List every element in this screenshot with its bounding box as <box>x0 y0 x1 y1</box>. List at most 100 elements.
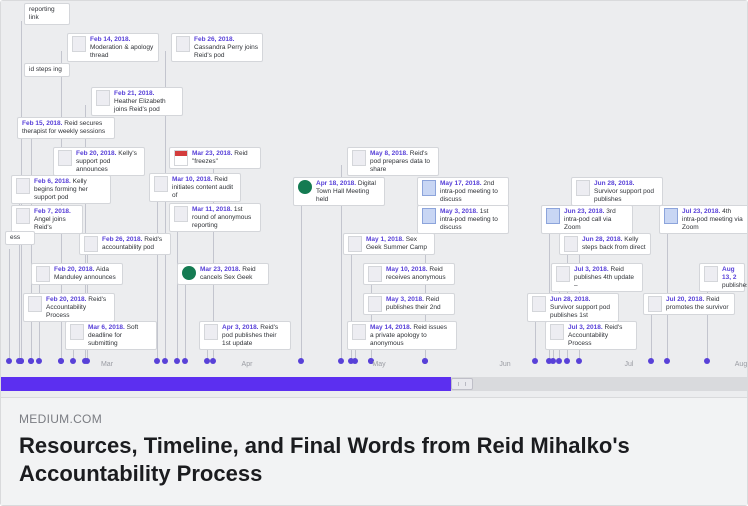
timeline-event-card[interactable]: id steps ing <box>24 63 70 77</box>
event-text: May 8, 2018. Reid's pod prepares data to… <box>370 150 434 173</box>
event-date: Mar 10, 2018. <box>172 176 212 183</box>
event-text: Jul 3, 2018. Reid's Accountability Proce… <box>568 324 632 347</box>
timeline-event-card[interactable]: Apr 3, 2018. Reid's pod publishes their … <box>199 321 291 350</box>
timeline-event-card[interactable]: Feb 26, 2018. Cassandra Perry joins Reid… <box>171 33 263 62</box>
event-thumb <box>546 208 560 224</box>
scrub-handle[interactable] <box>451 378 473 390</box>
timeline-event-card[interactable]: Jun 23, 2018. 3rd intra-pod call via Zoo… <box>541 205 633 234</box>
event-thumb <box>204 324 218 340</box>
timeline-event-card[interactable]: May 1, 2018. Sex Geek Summer Camp <box>343 233 435 255</box>
event-connector <box>667 223 668 361</box>
event-text: Mar 23, 2018. Reid cancels Sex Geek <box>200 266 264 282</box>
scrub-track[interactable] <box>1 377 747 391</box>
timeline-event-card[interactable]: May 17, 2018. 2nd intra-pod meeting to d… <box>417 177 509 206</box>
event-date: Apr 18, 2018. <box>316 180 356 187</box>
event-thumb <box>576 180 590 196</box>
event-text: Feb 20, 2018. Reid's Accountability Proc… <box>46 296 110 319</box>
timeline-event-card[interactable]: Feb 15, 2018. Reid secures therapist for… <box>17 117 115 139</box>
event-text: May 3, 2018. 1st intra-pod meeting to di… <box>440 208 504 231</box>
event-text: Apr 18, 2018. Digital Town Hall Meeting … <box>316 180 380 203</box>
event-date: Jul 23, 2018. <box>682 208 720 215</box>
timeline-event-card[interactable]: Mar 23, 2018. Reid "freezes" <box>169 147 261 169</box>
link-headline: Resources, Timeline, and Final Words fro… <box>19 432 729 487</box>
timeline-event-card[interactable]: Jul 3, 2018. Reid's Accountability Proce… <box>545 321 637 350</box>
timeline-event-card[interactable]: May 8, 2018. Reid's pod prepares data to… <box>347 147 439 176</box>
timeline-event-card[interactable]: Mar 11, 2018. 1st round of anonymous rep… <box>169 203 261 232</box>
event-thumb <box>182 266 196 280</box>
event-date: Jun 28, 2018. <box>594 180 634 187</box>
event-date: Mar 23, 2018. <box>192 150 232 157</box>
event-thumb <box>368 266 382 282</box>
scrub-fill <box>1 377 451 391</box>
event-thumb <box>84 236 98 252</box>
timeline-event-card[interactable]: Jul 20, 2018. Reid promotes the survivor <box>643 293 735 315</box>
event-date: Feb 20, 2018. <box>54 266 94 273</box>
event-text: Jun 28, 2018. Survivor support pod publi… <box>550 296 614 319</box>
event-connector <box>185 281 186 361</box>
event-thumb <box>648 296 662 312</box>
event-date: May 14, 2018. <box>370 324 412 331</box>
timeline-event-card[interactable]: Jun 28, 2018. Survivor support pod publi… <box>527 293 619 322</box>
timeline-event-card[interactable]: Aug 13, 2 publishes <box>699 263 745 292</box>
event-date: Jul 3, 2018. <box>568 324 603 331</box>
event-date: Jun 28, 2018. <box>550 296 590 303</box>
timeline-event-card[interactable]: Mar 23, 2018. Reid cancels Sex Geek <box>177 263 269 285</box>
event-text: reporting link <box>29 6 65 22</box>
event-date: May 3, 2018. <box>440 208 478 215</box>
event-text: Mar 10, 2018. Reid initiates content aud… <box>172 176 236 199</box>
timeline-event-card[interactable]: Jul 23, 2018. 4th intra-pod meeting via … <box>659 205 747 234</box>
event-thumb <box>58 150 72 166</box>
event-thumb <box>704 266 718 282</box>
event-thumb <box>16 208 30 224</box>
event-date: May 8, 2018. <box>370 150 408 157</box>
timeline-event-card[interactable]: Feb 7, 2018. Angel joins Reid's <box>11 205 83 234</box>
event-date: May 10, 2018. <box>386 266 428 273</box>
link-preview-card[interactable]: { "source": "MEDIUM.COM", "headline": "R… <box>0 0 748 506</box>
event-thumb <box>174 206 188 222</box>
timeline-event-card[interactable]: Feb 6, 2018. Kelly begins forming her su… <box>11 175 111 204</box>
event-text: Jun 23, 2018. 3rd intra-pod call via Zoo… <box>564 208 628 231</box>
event-thumb <box>298 180 312 194</box>
timeline-event-card[interactable]: Jun 28, 2018. Survivor support pod publi… <box>571 177 663 206</box>
event-thumb <box>664 208 678 224</box>
event-text: Jul 3, 2018. Reid publishes 4th update – <box>574 266 638 289</box>
event-connector <box>9 249 10 361</box>
timeline-event-card[interactable]: May 3, 2018. Reid publishes their 2nd <box>363 293 455 315</box>
timeline-event-card[interactable]: Feb 21, 2018. Heather Elizabeth joins Re… <box>91 87 183 116</box>
timeline-event-card[interactable]: reporting link <box>24 3 70 25</box>
event-date: May 3, 2018. <box>386 296 424 303</box>
event-date: May 1, 2018. <box>366 236 404 243</box>
event-thumb <box>348 236 362 252</box>
timeline-event-card[interactable]: Feb 20, 2018. Aida Manduley announces <box>31 263 123 285</box>
event-text: May 3, 2018. Reid publishes their 2nd <box>386 296 450 312</box>
timeline-event-card[interactable]: May 14, 2018. Reid issues a private apol… <box>347 321 457 350</box>
event-date: Jun 23, 2018. <box>564 208 604 215</box>
timeline-event-card[interactable]: Feb 14, 2018. Moderation & apology threa… <box>67 33 159 62</box>
event-date: Jul 3, 2018. <box>574 266 609 273</box>
event-date: Feb 20, 2018. <box>76 150 116 157</box>
timeline-event-card[interactable]: Feb 20, 2018. Kelly's support pod announ… <box>53 147 145 176</box>
event-text: Feb 14, 2018. Moderation & apology threa… <box>90 36 154 59</box>
event-text: May 17, 2018. 2nd intra-pod meeting to d… <box>440 180 504 203</box>
link-meta: MEDIUM.COM Resources, Timeline, and Fina… <box>1 397 747 505</box>
event-text: Feb 20, 2018. Kelly's support pod announ… <box>76 150 140 173</box>
timeline-event-card[interactable]: Jul 3, 2018. Reid publishes 4th update – <box>551 263 643 292</box>
timeline-event-card[interactable]: Feb 26, 2018. Reid's accountability pod <box>79 233 171 255</box>
timeline-event-card[interactable]: Apr 18, 2018. Digital Town Hall Meeting … <box>293 177 385 206</box>
timeline-event-card[interactable]: Mar 6, 2018. Soft deadline for submittin… <box>65 321 157 350</box>
timeline-event-card[interactable]: Feb 20, 2018. Reid's Accountability Proc… <box>23 293 115 322</box>
timeline-event-card[interactable]: May 3, 2018. 1st intra-pod meeting to di… <box>417 205 509 234</box>
event-thumb <box>352 324 366 340</box>
timeline-event-card[interactable]: Mar 10, 2018. Reid initiates content aud… <box>149 173 241 202</box>
month-label: Jul <box>625 361 634 368</box>
event-thumb <box>28 296 42 312</box>
timeline-preview: reporting link Feb 14, 2018. Moderation &… <box>1 1 747 397</box>
event-thumb <box>70 324 84 340</box>
timeline-event-card[interactable]: Jun 28, 2018. Kelly steps back from dire… <box>559 233 651 255</box>
timeline-event-card[interactable]: ess <box>5 231 35 245</box>
event-date: Feb 26, 2018. <box>194 36 234 43</box>
event-text: id steps ing <box>29 66 65 74</box>
timeline-event-card[interactable]: May 10, 2018. Reid receives anonymous <box>363 263 455 285</box>
event-connector <box>651 311 652 361</box>
event-date: Jun 28, 2018. <box>582 236 622 243</box>
